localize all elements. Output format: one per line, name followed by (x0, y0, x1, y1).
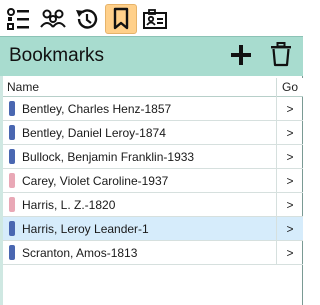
go-button[interactable]: > (277, 126, 303, 140)
column-header-go[interactable]: Go (277, 78, 303, 97)
panel-title: Bookmarks (9, 45, 105, 66)
gender-color-swatch (9, 197, 15, 212)
people-icon (39, 7, 67, 31)
name-cell[interactable]: Bullock, Benjamin Franklin-1933 (3, 144, 277, 169)
go-button[interactable]: > (277, 174, 303, 188)
bookmark-name: Bentley, Charles Henz-1857 (22, 101, 172, 116)
go-button[interactable]: > (277, 150, 303, 164)
bookmark-name: Scranton, Amos-1813 (22, 245, 138, 260)
table-row[interactable]: Scranton, Amos-1813 > (3, 240, 303, 265)
column-header-name[interactable]: Name (3, 77, 277, 97)
name-cell[interactable]: Bentley, Daniel Leroy-1874 (3, 120, 277, 145)
tab-people[interactable] (37, 4, 69, 34)
table-row[interactable]: Harris, L. Z.-1820 > (3, 192, 303, 217)
bookmark-icon (111, 6, 131, 32)
history-icon (74, 6, 100, 32)
name-cell[interactable]: Carey, Violet Caroline-1937 (3, 168, 277, 193)
list-icon (6, 7, 32, 31)
bookmark-name: Harris, L. Z.-1820 (22, 197, 116, 212)
bookmarks-table: Name Go Bentley, Charles Henz-1857 > Bentl… (3, 77, 303, 265)
name-cell[interactable]: Harris, Leroy Leander-1 (3, 216, 277, 241)
gender-color-swatch (9, 149, 15, 164)
id-card-icon (141, 7, 169, 31)
tab-history[interactable] (71, 4, 103, 34)
bookmark-name: Carey, Violet Caroline-1937 (22, 173, 169, 188)
panel-header: Bookmarks (0, 36, 303, 76)
gender-color-swatch (9, 101, 15, 116)
delete-bookmark-button[interactable] (266, 41, 296, 73)
name-cell[interactable]: Bentley, Charles Henz-1857 (3, 96, 277, 121)
gender-color-swatch (9, 245, 15, 260)
plus-icon (229, 43, 253, 72)
bookmarks-panel: Bookmarks Name Go Bentley, Charles Henz-… (0, 0, 303, 305)
table-header: Name Go (3, 77, 303, 97)
tab-bookmarks[interactable] (105, 4, 137, 34)
name-cell[interactable]: Harris, L. Z.-1820 (3, 192, 277, 217)
gender-color-swatch (9, 125, 15, 140)
table-row[interactable]: Harris, Leroy Leander-1 > (3, 216, 303, 241)
gender-color-swatch (9, 173, 15, 188)
bookmark-name: Bentley, Daniel Leroy-1874 (22, 125, 166, 140)
name-cell[interactable]: Scranton, Amos-1813 (3, 240, 277, 265)
go-button[interactable]: > (277, 222, 303, 236)
trash-icon (270, 41, 292, 73)
add-bookmark-button[interactable] (226, 42, 256, 72)
go-button[interactable]: > (277, 246, 303, 260)
table-body: Bentley, Charles Henz-1857 > Bentley, Dani… (3, 96, 303, 265)
bookmark-name: Harris, Leroy Leander-1 (22, 221, 149, 236)
table-row[interactable]: Bentley, Charles Henz-1857 > (3, 96, 303, 121)
table-row[interactable]: Bullock, Benjamin Franklin-1933 > (3, 144, 303, 169)
go-button[interactable]: > (277, 198, 303, 212)
tab-bar (0, 0, 303, 36)
go-button[interactable]: > (277, 102, 303, 116)
gender-color-swatch (9, 221, 15, 236)
table-row[interactable]: Carey, Violet Caroline-1937 > (3, 168, 303, 193)
tab-list[interactable] (3, 4, 35, 34)
table-row[interactable]: Bentley, Daniel Leroy-1874 > (3, 120, 303, 145)
bookmark-name: Bullock, Benjamin Franklin-1933 (22, 149, 195, 164)
tab-id-card[interactable] (139, 4, 171, 34)
